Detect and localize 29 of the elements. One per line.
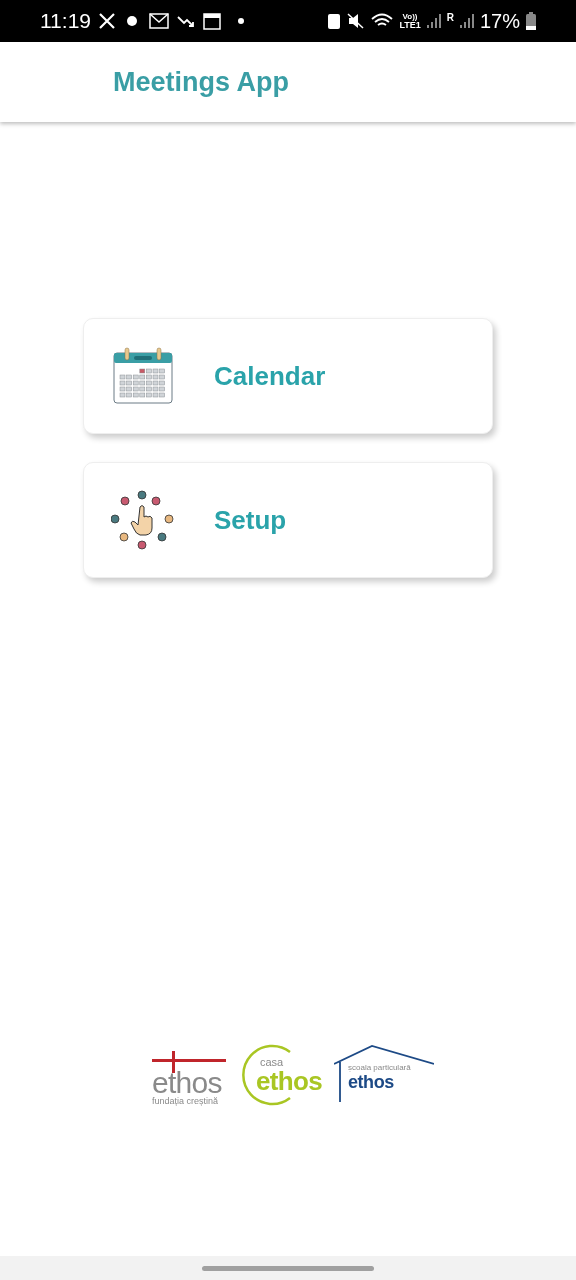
mute-icon [347,13,366,29]
dot-icon [237,17,245,25]
logo-name: ethos [152,1069,222,1097]
volte-label: Vo)) [402,12,418,21]
trend-down-icon [177,14,195,28]
x-logo-icon [99,13,115,29]
signal-icon [459,13,474,29]
hand-pointer-icon [111,489,175,551]
wifi-icon [371,13,394,29]
logo-caption: fundația creștină [152,1097,219,1106]
status-time: 11:19 [40,8,91,35]
logo-name: ethos [256,1067,320,1094]
roaming-label: R [446,11,454,25]
logo-prefix: casa [260,1056,285,1068]
logo-caption: școala particulară [348,1064,412,1072]
app-title: Meetings App [113,65,289,99]
menu-card[interactable]: Calendar [83,318,493,434]
cross-icon [152,1051,226,1073]
calendar-icon [203,12,221,30]
home-handle[interactable] [202,1265,374,1271]
signal-icon [426,13,441,29]
house-outline-icon [334,1044,434,1102]
battery-icon [526,12,536,30]
battery-percent: 17% [479,9,520,34]
menu-card[interactable]: Setup [83,462,493,578]
logo-name: ethos [348,1072,395,1092]
mail-icon [149,13,169,29]
calendar-icon [112,347,174,405]
lte-label: LTE1 [399,20,421,30]
